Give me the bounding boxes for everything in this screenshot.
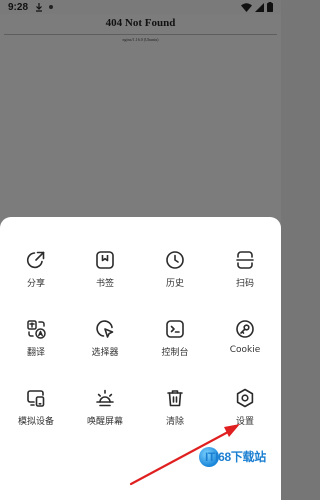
- key-icon: [236, 320, 254, 338]
- watermark-text: ITI68下载站: [205, 450, 266, 464]
- wake-screen-button[interactable]: 唤醒屏幕: [70, 387, 140, 447]
- wake-screen-label: 唤醒屏幕: [86, 417, 123, 427]
- clear-button[interactable]: 清除: [140, 387, 210, 447]
- settings-button[interactable]: 设置: [210, 387, 280, 447]
- translate-label: 翻译: [26, 348, 45, 358]
- page-heading: 404 Not Found: [105, 17, 176, 29]
- emulate-device-button[interactable]: 模拟设备: [1, 387, 71, 447]
- download-icon: [35, 2, 43, 12]
- scan-label: 扫码: [235, 279, 254, 289]
- share-button[interactable]: 分享: [1, 249, 71, 309]
- translate-button[interactable]: 翻译: [1, 318, 71, 378]
- settings-label: 设置: [235, 417, 254, 427]
- status-indicators: [241, 2, 273, 12]
- bookmark-icon: [96, 251, 114, 269]
- status-bar: 9:28: [0, 0, 281, 14]
- settings-icon: [236, 388, 254, 408]
- selector-button[interactable]: 选择器: [70, 318, 140, 378]
- cookie-label: Cookie: [229, 345, 261, 355]
- selector-label: 选择器: [91, 348, 119, 358]
- site-watermark: ITI68下载站: [199, 445, 279, 469]
- status-time: 9:28: [8, 1, 29, 13]
- battery-icon: [267, 2, 273, 12]
- wifi-icon: [241, 2, 252, 12]
- trash-icon: [167, 390, 183, 407]
- translate-icon: [27, 320, 46, 339]
- clear-label: 清除: [165, 417, 184, 427]
- console-button[interactable]: 控制台: [140, 318, 210, 378]
- clock-icon: [166, 251, 184, 269]
- emulate-device-label: 模拟设备: [17, 417, 54, 427]
- cookie-button[interactable]: Cookie: [210, 318, 280, 378]
- notification-dot-icon: [49, 5, 54, 9]
- selector-icon: [96, 320, 114, 338]
- scan-icon: [236, 251, 254, 269]
- scan-button[interactable]: 扫码: [210, 249, 280, 309]
- share-label: 分享: [26, 279, 45, 289]
- signal-icon: [255, 2, 264, 12]
- bookmark-label: 书签: [95, 279, 114, 289]
- console-icon: [166, 320, 184, 338]
- history-button[interactable]: 历史: [140, 249, 210, 309]
- console-label: 控制台: [161, 348, 189, 358]
- sunrise-icon: [96, 389, 114, 407]
- devices-icon: [27, 390, 45, 407]
- share-icon: [26, 251, 45, 269]
- page-divider: [4, 34, 277, 35]
- bookmark-button[interactable]: 书签: [70, 249, 140, 309]
- history-label: 历史: [165, 279, 184, 289]
- server-info: nginx/1.16.0 (Ubuntu): [122, 37, 159, 42]
